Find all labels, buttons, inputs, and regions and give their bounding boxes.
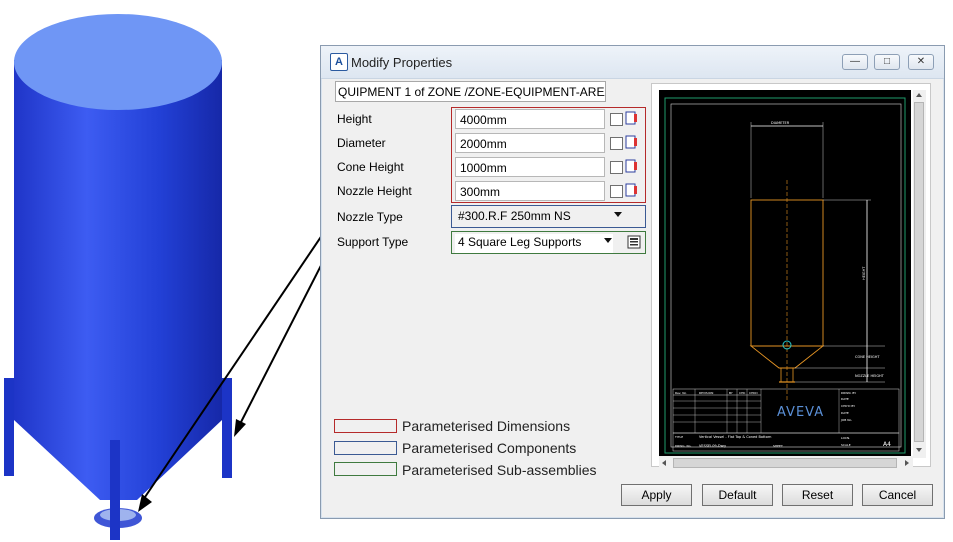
support-leg [4,378,14,476]
height-dimension-text: HEIGHT [862,266,866,280]
legend-swatch-dimensions [334,419,397,433]
diameter-checkbox[interactable] [610,137,623,150]
chevron-down-icon[interactable] [614,212,622,217]
sheet-size: A4 [883,441,891,448]
scroll-down-arrow[interactable] [916,448,922,452]
cone-height-dimension-text: CONE HEIGHT [855,355,880,359]
nozzle-height-input[interactable]: 300mm [455,181,605,201]
horizontal-scrollbar[interactable] [659,456,913,470]
scroll-right-arrow[interactable] [905,460,909,466]
drawing-number-value: VESSEL09-Dwg [699,444,726,448]
dimension-edit-icon[interactable] [625,135,638,149]
height-label: Height [337,112,372,126]
dimension-edit-icon[interactable] [625,111,638,125]
reset-button[interactable]: Reset [782,484,853,506]
nozzle-type-value: #300.R.F 250mm NS [458,209,571,223]
modify-properties-dialog: A Modify Properties — □ ✕ QUIPMENT 1 of … [320,45,945,519]
diameter-label: Diameter [337,136,386,150]
vertical-scrollbar[interactable] [913,90,926,458]
nozzle-type-dropdown[interactable]: #300.R.F 250mm NS [451,205,646,228]
cone-height-label: Cone Height [337,160,404,174]
default-button[interactable]: Default [702,484,773,506]
height-input[interactable]: 4000mm [455,109,605,129]
dimension-edit-icon[interactable] [625,183,638,197]
rev-header-chkd: CHKD [749,391,758,395]
nozzle-type-label: Nozzle Type [337,210,403,224]
nozzle-height-dimension-text: NOZZLE HEIGHT [855,374,885,378]
maximize-button[interactable]: □ [874,54,900,70]
sheet-label: SHEET [773,444,783,448]
cancel-button[interactable]: Cancel [862,484,933,506]
pointer-line [239,245,330,425]
title-bar[interactable]: A Modify Properties — □ ✕ [321,46,944,79]
vessel-3d-model [4,14,330,540]
legend-swatch-components [334,441,397,455]
approval-scale: SCALE [841,443,851,447]
vertical-scroll-thumb[interactable] [914,102,924,442]
rev-header-rev-no: Rev. No [675,391,686,395]
chevron-down-icon[interactable] [604,238,612,243]
legend-label-dimensions: Parameterised Dimensions [402,418,571,434]
legend-label-components: Parameterised Components [402,440,577,456]
vessel-shell [14,60,222,500]
rev-header-revision: REVISION [699,391,713,395]
drawing-number-label: DRWG. No. [675,444,691,448]
nozzle-height-label: Nozzle Height [337,184,412,198]
minimize-button[interactable]: — [842,54,868,70]
approval-date: DATE [841,397,849,401]
rev-header-by: BY [729,391,733,395]
element-path-field[interactable]: QUIPMENT 1 of ZONE /ZONE-EQUIPMENT-AREA0… [335,81,606,102]
apply-button[interactable]: Apply [621,484,692,506]
scroll-up-arrow[interactable] [916,93,922,97]
legend-label-sub-assemblies: Parameterised Sub-assemblies [402,462,597,478]
cone-height-input[interactable]: 1000mm [455,157,605,177]
support-type-value: 4 Square Leg Supports [455,234,613,253]
support-type-label: Support Type [337,235,409,249]
cone-height-checkbox[interactable] [610,161,623,174]
approval-date-2: DATE [841,411,849,415]
drawing-preview: DIAMETER HEIGHT CONE HEIGHT NOZZLE HEIGH… [659,90,911,458]
aveva-logo: AVEVA [777,405,824,420]
title-value: Vertical Vessel - Flat Top & Coned Botto… [699,435,772,439]
dialog-title: Modify Properties [351,55,453,70]
support-type-dropdown[interactable]: 4 Square Leg Supports [451,231,646,254]
title-label: TITLE [674,435,683,439]
horizontal-scroll-thumb[interactable] [673,458,897,468]
vessel-top [14,14,222,110]
scroll-left-arrow[interactable] [662,460,666,466]
legend-swatch-sub-assemblies [334,462,397,476]
close-button[interactable]: ✕ [908,54,934,70]
approval-drwn-by: DRWN. BY [841,391,856,395]
dimension-edit-icon[interactable] [625,159,638,173]
nozzle-height-checkbox[interactable] [610,185,623,198]
pointer-arrowhead [234,419,246,437]
diameter-dimension-text: DIAMETER [771,121,790,125]
support-leg [222,378,232,478]
diameter-input[interactable]: 2000mm [455,133,605,153]
approval-locn: LOCN. [841,436,850,440]
approval-chkd-by: CHK'D BY [841,404,855,408]
app-icon: A [330,53,348,71]
height-checkbox[interactable] [610,113,623,126]
approval-job-no: JOB No. [840,418,852,422]
sub-assembly-form-icon[interactable] [627,235,641,249]
rev-header-chk: CHK [739,391,746,395]
support-leg [110,440,120,540]
